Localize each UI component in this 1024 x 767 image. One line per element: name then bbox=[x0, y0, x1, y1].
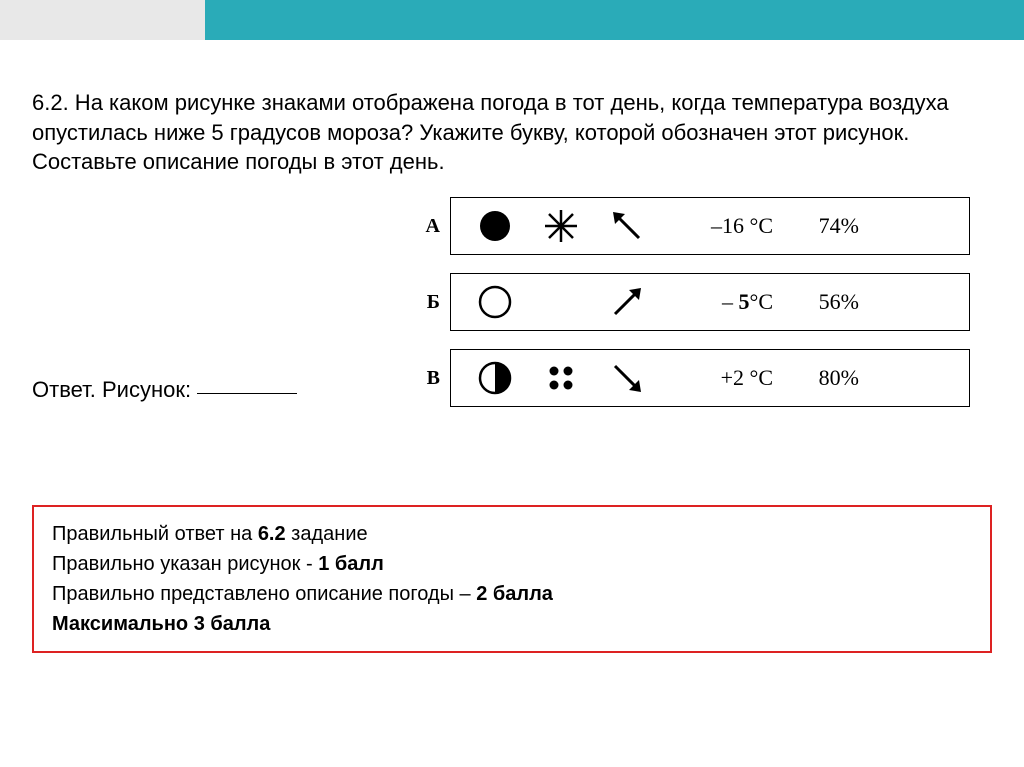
content-area: 6.2. На каком рисунке знаками отображена… bbox=[0, 40, 1024, 425]
temperature-c: +2 °C bbox=[663, 365, 773, 391]
scoring-l2-text: Правильно указан рисунок - bbox=[52, 553, 318, 575]
weather-rows: А bbox=[412, 197, 992, 425]
humidity-b: 56% bbox=[779, 289, 859, 315]
cloud-empty-icon bbox=[465, 284, 525, 320]
scoring-line-1: Правильный ответ на 6.2 задание bbox=[52, 519, 972, 549]
weather-row-c: В bbox=[412, 349, 992, 407]
row-label-b: Б bbox=[412, 291, 440, 314]
scoring-box: Правильный ответ на 6.2 задание Правильн… bbox=[32, 505, 992, 653]
scoring-line-2: Правильно указан рисунок - 1 балл bbox=[52, 549, 972, 579]
scoring-l3-bold: 2 балла bbox=[476, 583, 553, 605]
row-label-c: В bbox=[412, 367, 440, 390]
row-label-a: А bbox=[412, 215, 440, 238]
temp-b-prefix: – bbox=[722, 289, 739, 314]
temperature-a: –16 °C bbox=[663, 213, 773, 239]
weather-row-a: А bbox=[412, 197, 992, 255]
cloud-half-icon bbox=[465, 360, 525, 396]
temperature-b: – 5°C bbox=[663, 289, 773, 315]
answer-blank[interactable] bbox=[197, 393, 297, 394]
temp-b-suffix: °C bbox=[750, 289, 773, 314]
scoring-line-3: Правильно представлено описание погоды –… bbox=[52, 579, 972, 609]
scoring-l1-suffix: задание bbox=[286, 523, 368, 545]
answer-label: Ответ. Рисунок: bbox=[32, 377, 191, 402]
cloud-filled-icon bbox=[465, 208, 525, 244]
humidity-a: 74% bbox=[779, 213, 859, 239]
scoring-l1-bold: 6.2 bbox=[258, 523, 286, 545]
snowflake-icon bbox=[531, 208, 591, 244]
scoring-l3-text: Правильно представлено описание погоды – bbox=[52, 583, 476, 605]
header-bar bbox=[0, 0, 1024, 40]
weather-row-b: Б – 5°C 56% bbox=[412, 273, 992, 331]
arrow-ne-icon bbox=[597, 282, 657, 322]
scoring-l1-text: Правильный ответ на bbox=[52, 523, 258, 545]
temp-b-value: 5 bbox=[739, 289, 750, 314]
row-box-c: +2 °C 80% bbox=[450, 349, 970, 407]
arrow-nw-icon bbox=[597, 206, 657, 246]
question-body: Ответ. Рисунок: А bbox=[32, 197, 992, 425]
row-box-b: – 5°C 56% bbox=[450, 273, 970, 331]
scoring-l2-bold: 1 балл bbox=[318, 553, 384, 575]
scoring-line-4: Максимально 3 балла bbox=[52, 609, 972, 639]
rain-dots-icon bbox=[531, 360, 591, 396]
answer-line: Ответ. Рисунок: bbox=[32, 197, 402, 403]
question-text: 6.2. На каком рисунке знаками отображена… bbox=[32, 88, 992, 177]
row-box-a: –16 °C 74% bbox=[450, 197, 970, 255]
humidity-c: 80% bbox=[779, 365, 859, 391]
arrow-se-icon bbox=[597, 358, 657, 398]
